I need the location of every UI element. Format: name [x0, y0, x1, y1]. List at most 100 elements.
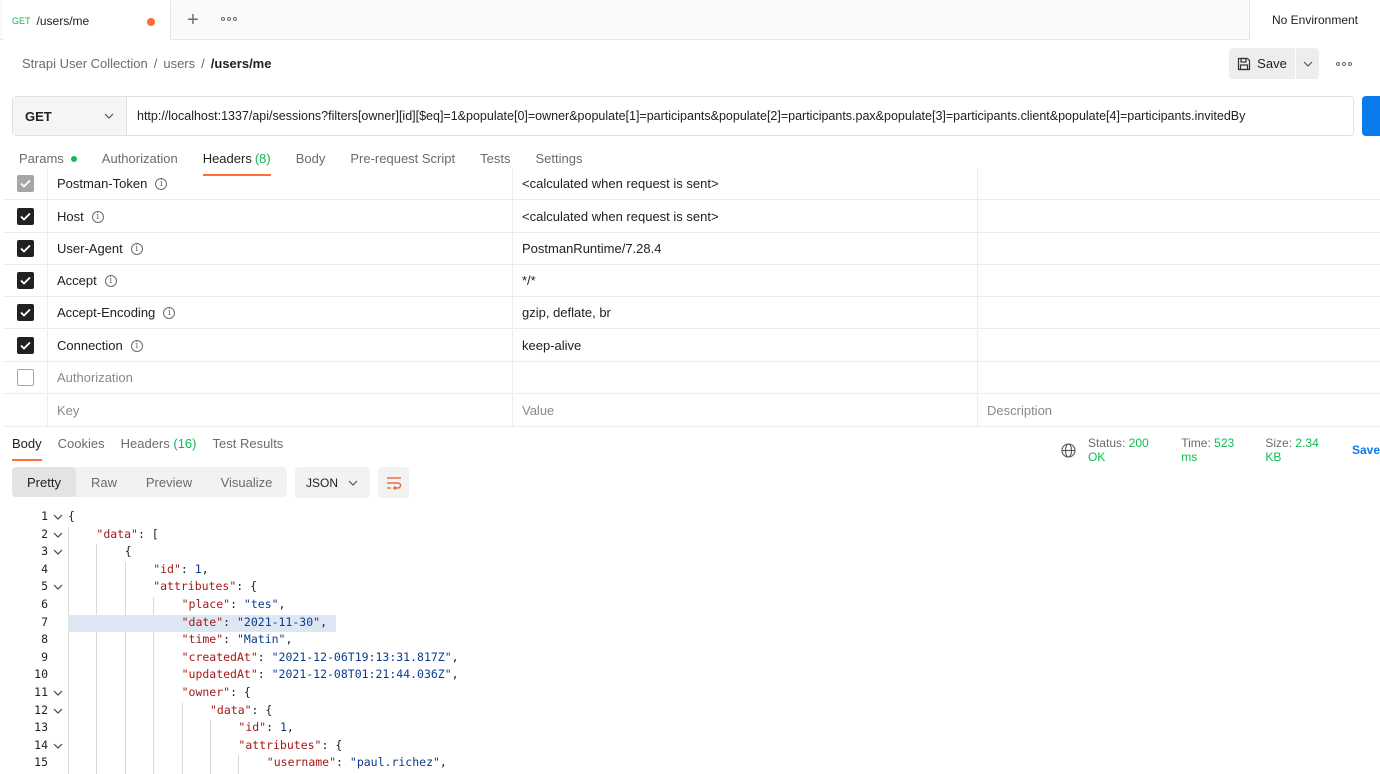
tab-params-label: Params [19, 151, 64, 166]
fold-chevron-icon[interactable] [53, 549, 63, 556]
new-key-input[interactable]: Key [48, 395, 513, 426]
header-enabled-checkbox[interactable] [17, 208, 34, 225]
time-label: Time: [1181, 436, 1211, 450]
code-text: "owner": { [181, 685, 251, 699]
fold-chevron-icon[interactable] [53, 708, 63, 715]
info-icon[interactable]: i [91, 210, 104, 223]
view-pretty[interactable]: Pretty [12, 467, 76, 497]
header-enabled-checkbox[interactable] [17, 337, 34, 354]
fold-chevron-icon[interactable] [53, 532, 63, 539]
chevron-down-icon [104, 113, 114, 119]
view-mode-segmented: Pretty Raw Preview Visualize [12, 467, 287, 497]
header-key-cell[interactable]: Authorization [48, 362, 513, 393]
header-description-cell[interactable] [978, 168, 1380, 199]
header-value-cell[interactable]: keep-alive [513, 330, 978, 361]
send-button[interactable] [1362, 96, 1380, 136]
header-description-cell[interactable] [978, 362, 1380, 393]
header-key-cell[interactable]: User-Agent i [48, 233, 513, 264]
line-number: 12 [34, 702, 48, 717]
tab-method: GET [12, 16, 31, 26]
save-options-chevron-down-icon[interactable] [1296, 48, 1319, 79]
header-key-cell[interactable]: Host i [48, 201, 513, 232]
code-text: "data": { [210, 702, 273, 717]
response-tab-headers-label: Headers [120, 436, 170, 451]
save-icon [1238, 57, 1251, 70]
fold-chevron-icon[interactable] [53, 743, 63, 750]
header-row: User-Agent i PostmanRuntime/7.28.4 [4, 233, 1380, 265]
breadcrumb-current[interactable]: /users/me [211, 56, 272, 71]
environment-selector[interactable]: No Environment [1249, 0, 1380, 40]
value-placeholder: Value [522, 403, 555, 418]
header-description-cell[interactable] [978, 330, 1380, 361]
header-enabled-checkbox[interactable] [17, 304, 34, 321]
header-row: Accept-Encoding i gzip, deflate, br [4, 297, 1380, 329]
header-enabled-checkbox[interactable] [17, 272, 34, 289]
header-key-cell[interactable]: Connection i [48, 330, 513, 361]
params-active-dot-icon [70, 156, 77, 162]
header-enabled-checkbox[interactable] [17, 240, 34, 257]
globe-icon[interactable] [1061, 442, 1076, 458]
info-icon[interactable]: i [155, 177, 168, 190]
breadcrumb-collection[interactable]: Strapi User Collection [22, 56, 148, 71]
info-icon[interactable]: i [163, 306, 176, 319]
header-value: */* [522, 273, 536, 288]
header-value-cell[interactable] [513, 362, 978, 393]
tab-body-label: Body [295, 151, 326, 166]
fold-chevron-icon[interactable] [53, 690, 63, 697]
line-number: 4 [41, 561, 48, 576]
code-line: 5 "attributes": { [0, 579, 1380, 597]
code-line: 1{ [0, 509, 1380, 527]
code-text: "id": 1, [153, 561, 209, 576]
new-tab-plus-icon[interactable]: + [183, 10, 203, 30]
header-value-cell[interactable]: <calculated when request is sent> [513, 201, 978, 232]
info-icon[interactable]: i [104, 274, 117, 287]
tab-headers-count: (8) [254, 151, 271, 166]
format-select[interactable]: JSON [295, 467, 370, 498]
response-tab-cookies[interactable]: Cookies [58, 433, 105, 461]
code-text: "attributes": { [238, 737, 343, 752]
response-tab-body[interactable]: Body [12, 433, 42, 461]
fold-chevron-icon[interactable] [53, 514, 63, 521]
header-value-cell[interactable]: <calculated when request is sent> [513, 168, 978, 199]
save-response-button[interactable]: Save [1352, 443, 1380, 457]
line-number: 3 [41, 544, 48, 559]
header-value-cell[interactable]: gzip, deflate, br [513, 297, 978, 328]
header-value-cell[interactable]: PostmanRuntime/7.28.4 [513, 233, 978, 264]
tab-more-icon[interactable] [221, 17, 237, 21]
new-description-input[interactable]: Description [978, 395, 1380, 426]
header-key-cell[interactable]: Postman-Token i [48, 168, 513, 199]
view-visualize[interactable]: Visualize [206, 467, 287, 497]
fold-chevron-icon[interactable] [53, 584, 63, 591]
code-text: { [68, 509, 75, 523]
header-key-cell[interactable]: Accept-Encoding i [48, 297, 513, 328]
header-value-cell[interactable]: */* [513, 265, 978, 296]
header-enabled-checkbox[interactable] [17, 369, 34, 386]
header-description-cell[interactable] [978, 201, 1380, 232]
url-input[interactable]: http://localhost:1337/api/sessions?filte… [127, 97, 1353, 135]
request-tab[interactable]: GET /users/me [3, 0, 171, 40]
code-line: 6 "place": "tes", [0, 597, 1380, 615]
header-key-cell[interactable]: Accept i [48, 265, 513, 296]
new-value-input[interactable]: Value [513, 395, 978, 426]
header-description-cell[interactable] [978, 233, 1380, 264]
code-line: 11 "owner": { [0, 685, 1380, 703]
info-icon[interactable]: i [130, 242, 143, 255]
header-description-cell[interactable] [978, 265, 1380, 296]
view-raw[interactable]: Raw [76, 467, 132, 497]
info-icon[interactable]: i [130, 339, 143, 352]
response-body-code[interactable]: 1{2 "data": [3{4 "id": 1, 5 "attributes": {6… [0, 508, 1380, 774]
save-button[interactable]: Save [1229, 48, 1296, 79]
header-description-cell[interactable] [978, 297, 1380, 328]
wrap-lines-icon[interactable] [378, 467, 409, 498]
request-more-icon[interactable] [1336, 62, 1352, 66]
response-tab-test-results[interactable]: Test Results [213, 433, 284, 461]
line-number: 15 [34, 755, 48, 770]
header-enabled-checkbox[interactable] [17, 175, 34, 192]
breadcrumb-folder[interactable]: users [163, 56, 195, 71]
view-preview[interactable]: Preview [132, 467, 206, 497]
header-key: Authorization [57, 370, 133, 385]
tab-bar [0, 0, 1380, 40]
method-select[interactable]: GET [13, 97, 127, 135]
save-label: Save [1257, 56, 1287, 71]
response-tab-headers[interactable]: Headers (16) [121, 433, 197, 461]
